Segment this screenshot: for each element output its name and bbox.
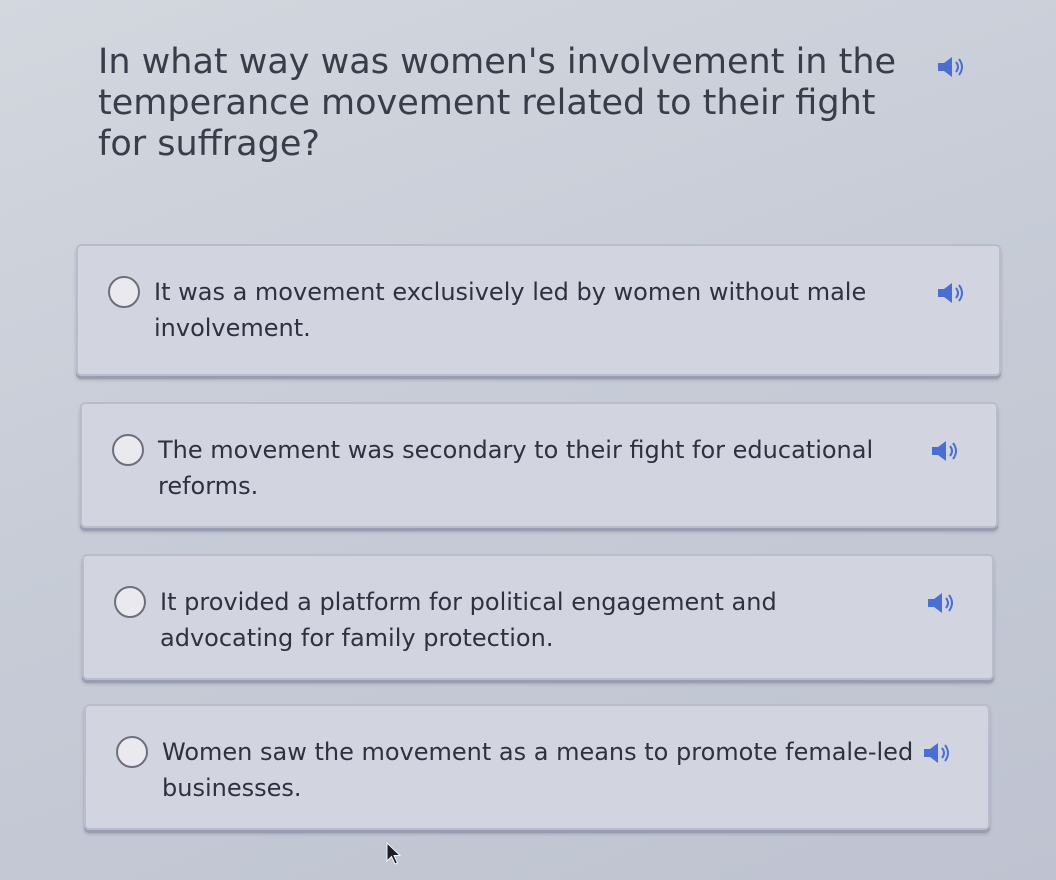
speaker-icon[interactable] <box>926 590 958 616</box>
answer-option-label: It was a movement exclusively led by wom… <box>154 278 867 342</box>
radio-button[interactable] <box>108 276 140 308</box>
radio-button[interactable] <box>116 736 148 768</box>
answer-option-a[interactable]: It was a movement exclusively led by wom… <box>76 244 1001 376</box>
radio-button[interactable] <box>114 586 146 618</box>
question-text: In what way was women's involvement in t… <box>98 42 897 164</box>
answer-option-c[interactable]: It provided a platform for political eng… <box>82 554 994 680</box>
radio-button[interactable] <box>112 434 144 466</box>
answer-option-b[interactable]: The movement was secondary to their figh… <box>80 402 998 528</box>
question-block: In what way was women's involvement in t… <box>98 42 963 165</box>
answer-option-label: Women saw the movement as a means to pro… <box>162 738 914 802</box>
mouse-cursor-icon <box>386 841 402 870</box>
speaker-icon[interactable] <box>936 280 968 306</box>
answer-option-d[interactable]: Women saw the movement as a means to pro… <box>84 704 990 830</box>
answer-option-label: It provided a platform for political eng… <box>160 588 777 652</box>
speaker-icon[interactable] <box>936 54 968 80</box>
answer-option-label: The movement was secondary to their figh… <box>158 436 874 500</box>
speaker-icon[interactable] <box>930 438 962 464</box>
speaker-icon[interactable] <box>922 740 954 766</box>
